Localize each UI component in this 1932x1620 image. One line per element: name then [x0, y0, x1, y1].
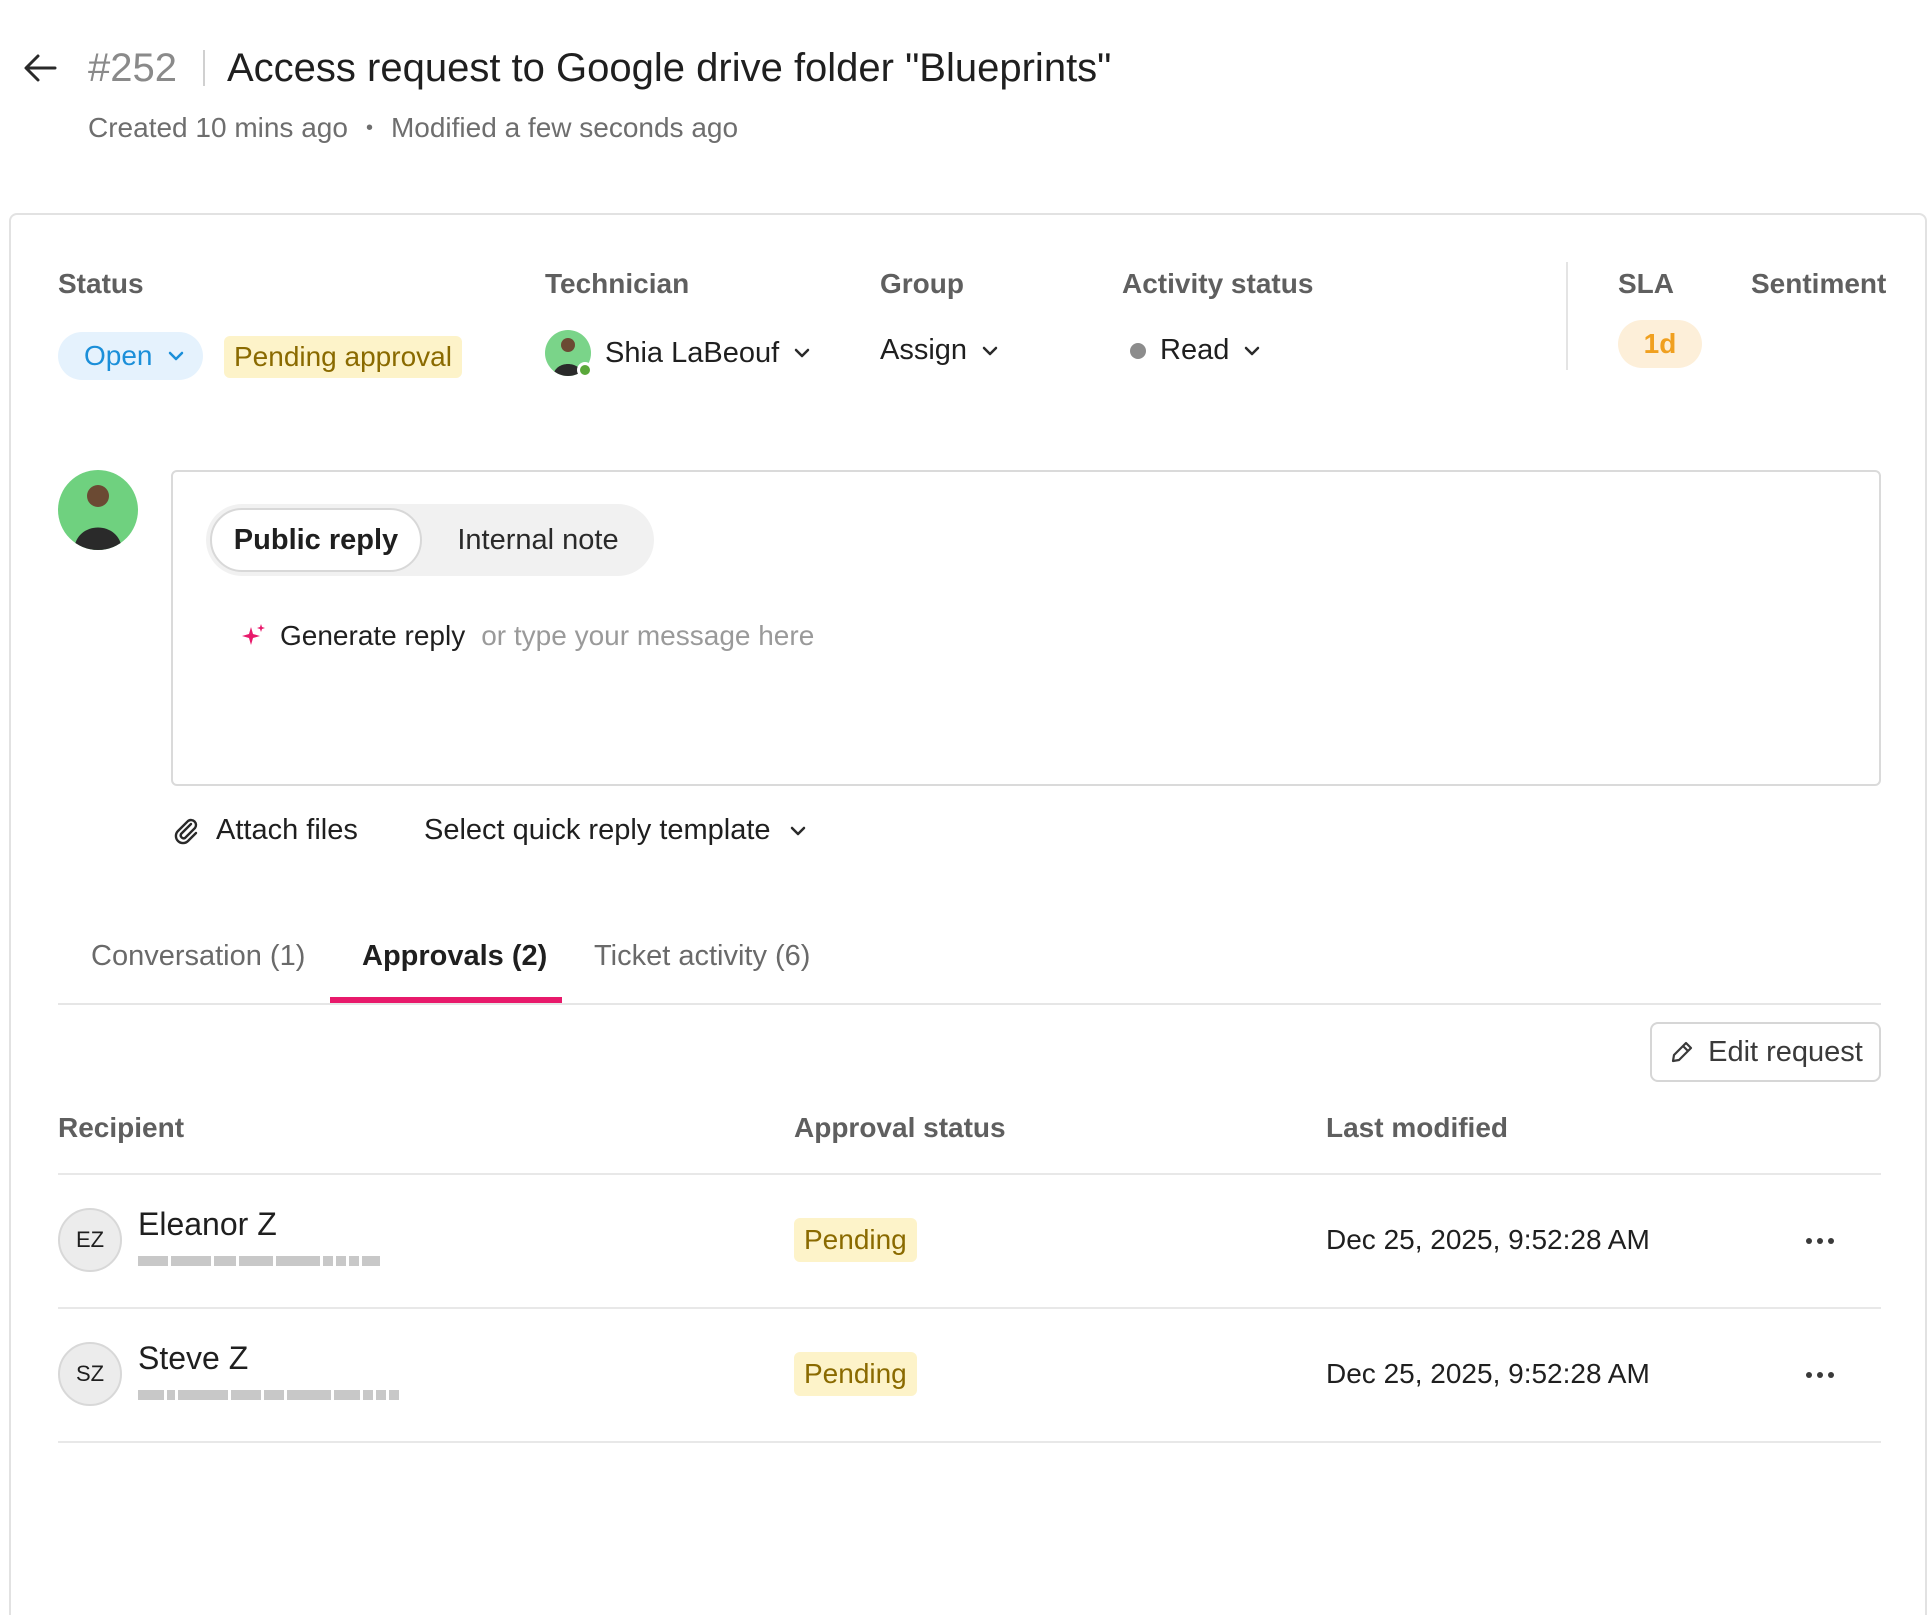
- paperclip-icon: [174, 818, 198, 844]
- page-title: Access request to Google drive folder "B…: [226, 45, 1112, 90]
- ticket-card: [9, 213, 1927, 1615]
- row-divider: [58, 1441, 1881, 1443]
- sla-badge: 1d: [1618, 320, 1702, 368]
- message-placeholder: or type your message here: [481, 620, 815, 651]
- activity-status-label: Activity status: [1122, 268, 1314, 299]
- column-header-approval-status: Approval status: [794, 1112, 1006, 1143]
- modified-time: Modified a few seconds ago: [390, 112, 739, 143]
- internal-note-tab[interactable]: Internal note: [438, 508, 638, 572]
- more-horizontal-icon: [1806, 1238, 1834, 1244]
- arrow-left-icon: [24, 54, 57, 82]
- sparkle-icon: [242, 624, 265, 645]
- activity-status-dropdown[interactable]: Read: [1130, 334, 1261, 367]
- recipient-email-redacted: [138, 1388, 399, 1402]
- group-dropdown[interactable]: Assign: [880, 334, 999, 367]
- pending-approval-badge: Pending approval: [224, 336, 462, 378]
- back-button[interactable]: [20, 48, 60, 88]
- field-divider: [1566, 262, 1568, 370]
- edit-request-label: Edit request: [1708, 1035, 1863, 1068]
- chevron-down-icon: [168, 351, 183, 361]
- status-badge: Pending: [794, 1218, 917, 1262]
- technician-name: Shia LaBeouf: [605, 336, 780, 369]
- tab-approvals[interactable]: Approvals (2): [362, 940, 547, 973]
- group-label: Group: [880, 268, 964, 299]
- chevron-down-icon: [1245, 346, 1260, 355]
- meta-separator: •: [365, 116, 373, 139]
- table-header-divider: [58, 1173, 1881, 1175]
- sla-label: SLA: [1618, 268, 1674, 299]
- status-label: Status: [58, 268, 144, 299]
- pencil-icon: [1672, 1041, 1693, 1063]
- user-avatar: [58, 470, 138, 550]
- recipient-email-redacted: [138, 1254, 380, 1268]
- recipient-name: Eleanor Z: [138, 1206, 277, 1242]
- tab-ticket-activity[interactable]: Ticket activity (6): [594, 940, 810, 973]
- recipient-name: Steve Z: [138, 1340, 249, 1376]
- activity-status-value: Read: [1160, 334, 1230, 366]
- generate-reply-button[interactable]: Generate reply: [280, 620, 465, 652]
- technician-dropdown[interactable]: Shia LaBeouf: [545, 330, 811, 378]
- attach-files-label: Attach files: [216, 814, 358, 846]
- avatar: SZ: [58, 1342, 122, 1406]
- activity-status-dot: [1130, 342, 1146, 359]
- tab-divider: [58, 1003, 1881, 1005]
- technician-avatar: [545, 330, 593, 378]
- row-actions-button[interactable]: [1800, 1360, 1840, 1390]
- title-divider: [202, 50, 205, 86]
- row-actions-button[interactable]: [1800, 1226, 1840, 1256]
- row-divider: [58, 1307, 1881, 1309]
- column-header-recipient: Recipient: [58, 1112, 185, 1143]
- chevron-down-icon: [982, 346, 998, 355]
- sentiment-label: Sentiment: [1751, 268, 1887, 299]
- chevron-down-icon: [790, 826, 805, 835]
- more-horizontal-icon: [1806, 1372, 1834, 1378]
- created-time: Created 10 mins ago: [88, 112, 348, 143]
- chevron-down-icon: [794, 348, 810, 358]
- technician-label: Technician: [545, 268, 690, 299]
- template-label: Select quick reply template: [424, 814, 771, 846]
- ticket-header: #252 Access request to Google drive fold…: [0, 0, 1932, 210]
- last-modified: Dec 25, 2025, 9:52:28 AM: [1326, 1224, 1650, 1255]
- reply-mode-toggle: Public reply Internal note: [206, 504, 654, 576]
- status-dropdown[interactable]: Open: [58, 332, 203, 380]
- edit-request-button[interactable]: Edit request: [1650, 1022, 1881, 1082]
- avatar: EZ: [58, 1208, 122, 1272]
- status-badge: Pending: [794, 1352, 917, 1396]
- generate-reply-row: Generate reply or type your message here: [240, 620, 814, 652]
- tab-conversation[interactable]: Conversation (1): [91, 940, 305, 973]
- ticket-number: #252: [88, 45, 177, 90]
- quick-reply-template-dropdown[interactable]: Select quick reply template: [424, 814, 807, 847]
- group-value: Assign: [880, 334, 968, 366]
- last-modified: Dec 25, 2025, 9:52:28 AM: [1326, 1358, 1650, 1389]
- attach-files-button[interactable]: Attach files: [170, 814, 358, 847]
- ticket-meta: Created 10 mins ago • Modified a few sec…: [88, 112, 738, 144]
- public-reply-tab[interactable]: Public reply: [210, 508, 422, 572]
- online-status-dot: [577, 362, 593, 378]
- status-value: Open: [84, 340, 153, 371]
- title-row: #252 Access request to Google drive fold…: [88, 40, 1111, 96]
- column-header-last-modified: Last modified: [1326, 1112, 1509, 1143]
